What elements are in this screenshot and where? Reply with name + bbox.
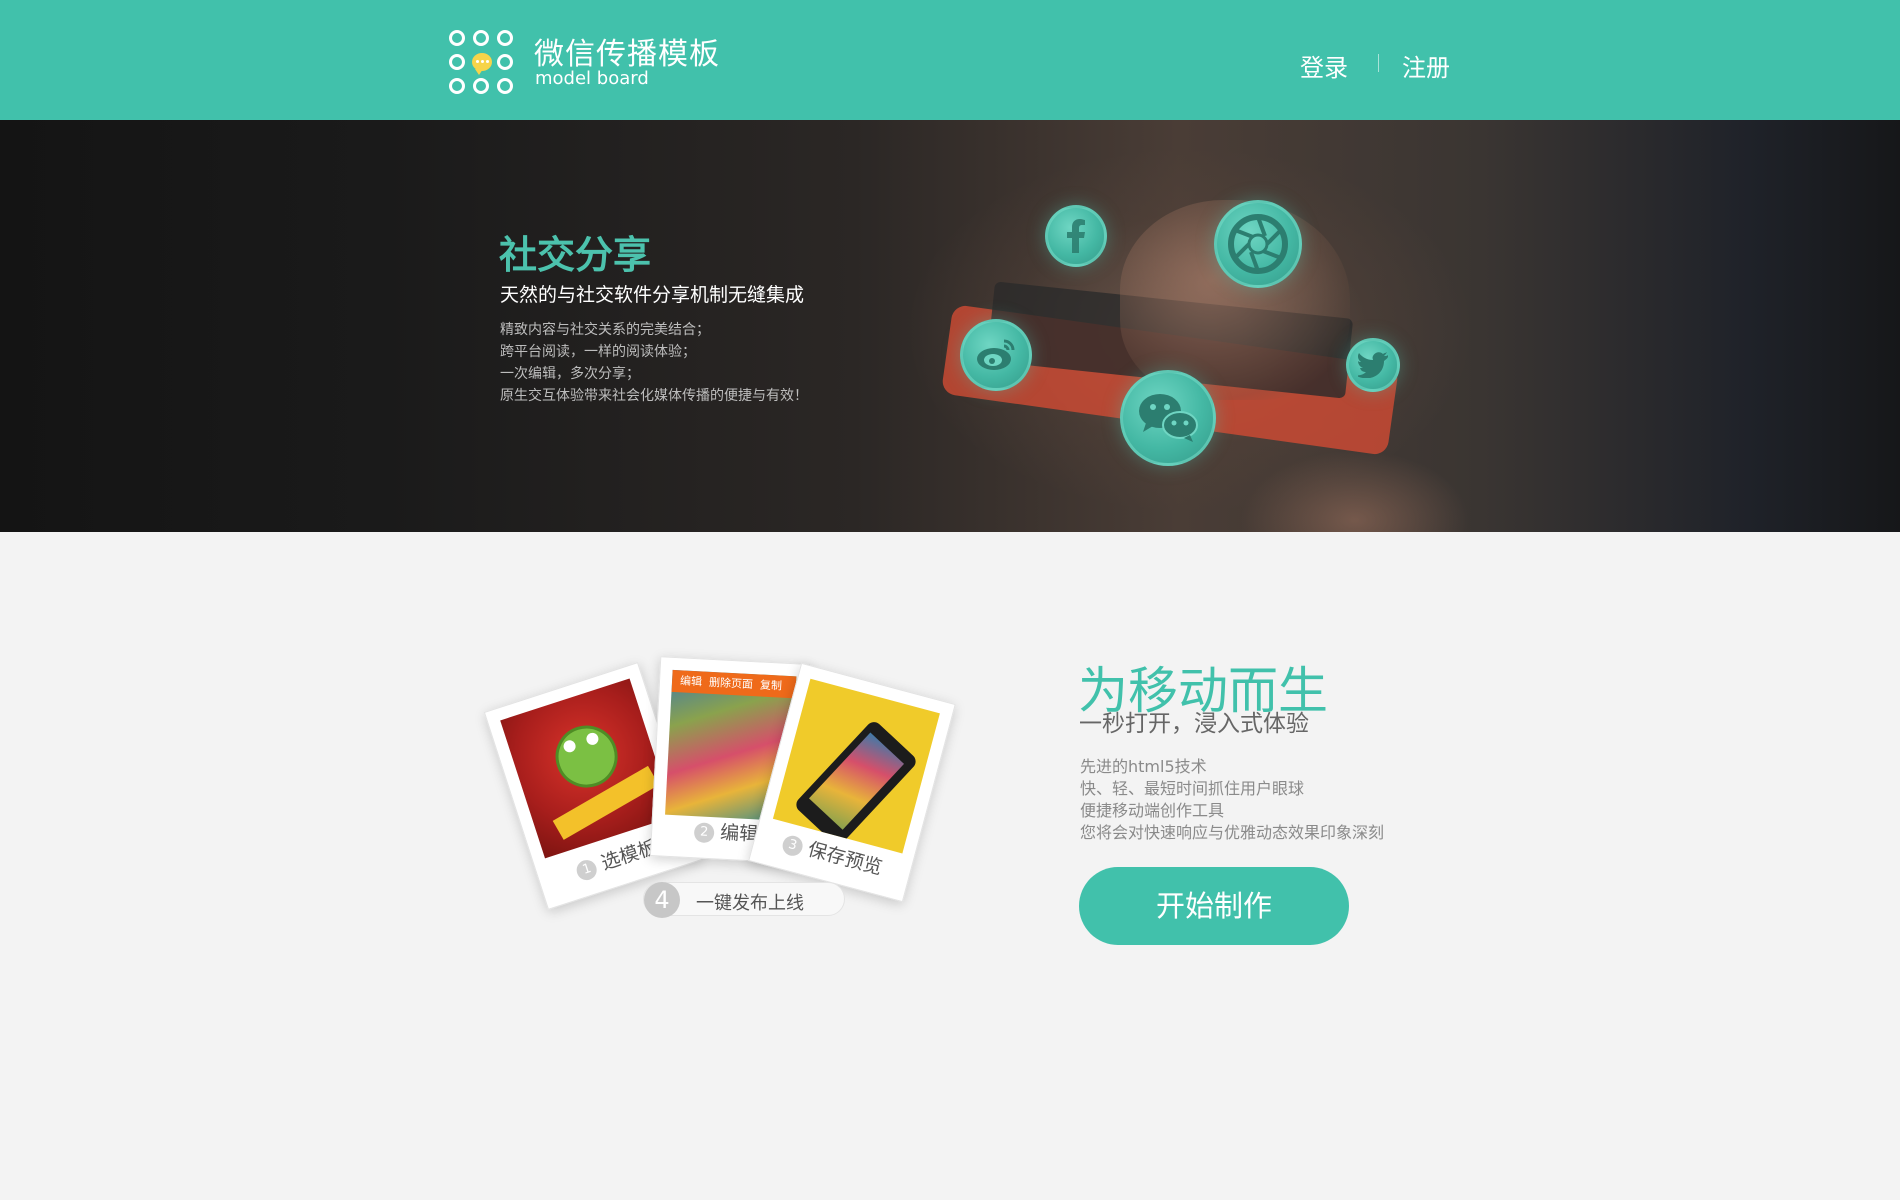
nav-divider <box>1378 54 1379 72</box>
start-creating-button[interactable]: 开始制作 <box>1079 867 1349 945</box>
login-link[interactable]: 登录 <box>1300 48 1348 83</box>
mobile-feature-line: 便捷移动端创作工具 <box>1080 801 1225 820</box>
top-header: 微信传播模板 model board 登录 注册 <box>0 0 1900 120</box>
toolbar-copy: 复制 <box>759 678 783 693</box>
mobile-feature-line: 先进的html5技术 <box>1080 757 1207 776</box>
mobile-feature-line: 快、轻、最短时间抓住用户眼球 <box>1080 779 1305 798</box>
template-thumbnail <box>500 678 675 859</box>
brand-title: 微信传播模板 <box>534 37 720 72</box>
facebook-icon[interactable] <box>1045 205 1107 267</box>
hero-line: 精致内容与社交关系的完美结合； <box>500 322 710 338</box>
camera-shutter-icon[interactable] <box>1214 200 1302 288</box>
hero-line: 一次编辑，多次分享； <box>500 366 640 382</box>
wechat-icon[interactable] <box>1120 370 1216 466</box>
hero-line: 跨平台阅读，一样的阅读体验； <box>500 344 696 360</box>
weibo-icon[interactable] <box>960 319 1032 391</box>
mobile-section-subtitle: 一秒打开，浸入式体验 <box>1079 711 1309 737</box>
twitter-icon[interactable] <box>1346 338 1400 392</box>
toolbar-delete-page: 删除页面 <box>708 675 754 692</box>
step-label: 一键发布上线 <box>696 893 804 914</box>
steps-illustration: 1 选模板 编辑 删除页面 复制 2 编辑 3 保存预览 4 一键发布上线 <box>483 656 970 930</box>
logo-icon[interactable] <box>449 30 515 94</box>
hero-line: 原生交互体验带来社会化媒体传播的便捷与有效！ <box>500 388 808 404</box>
brand-subtitle: model board <box>535 68 649 89</box>
hero-banner: 社交分享 天然的与社交软件分享机制无缝集成 精致内容与社交关系的完美结合； 跨平… <box>0 120 1900 532</box>
toolbar-edit: 编辑 <box>679 674 703 689</box>
mobile-feature-line: 您将会对快速响应与优雅动态效果印象深刻 <box>1080 823 1385 842</box>
hero-title: 社交分享 <box>499 233 652 277</box>
step-number: 4 <box>644 882 680 918</box>
register-link[interactable]: 注册 <box>1402 48 1450 83</box>
step-publish: 4 一键发布上线 <box>643 882 845 918</box>
hero-lead: 天然的与社交软件分享机制无缝集成 <box>500 284 805 306</box>
preview-thumbnail <box>772 678 940 854</box>
